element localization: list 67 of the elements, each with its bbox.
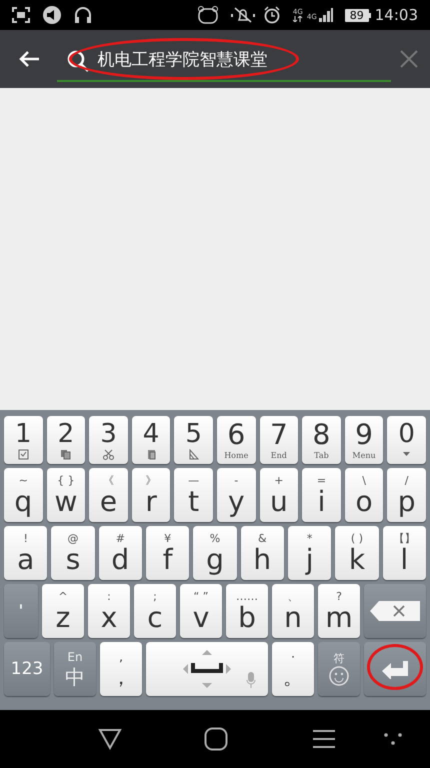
key[interactable]: % g — [193, 526, 237, 580]
key[interactable]: ? m — [318, 584, 360, 638]
menu-icon — [313, 729, 335, 749]
hint-checkbox-icon — [18, 448, 29, 460]
triangle-icon — [98, 728, 122, 750]
key[interactable]: : x — [88, 584, 130, 638]
key[interactable]: - y — [216, 468, 256, 522]
key[interactable]: 6 Home — [216, 416, 256, 464]
volume-icon — [42, 5, 62, 25]
punctuation-key[interactable]: , ， — [100, 642, 142, 696]
key[interactable]: ! a — [4, 526, 48, 580]
back-arrow-icon — [18, 50, 40, 68]
key[interactable]: 、 n — [272, 584, 314, 638]
key[interactable]: { } w — [46, 468, 86, 522]
silent-bell-icon — [230, 6, 255, 24]
backspace-icon — [369, 600, 421, 622]
screenshot-icon — [12, 7, 30, 23]
enter-key[interactable] — [364, 642, 426, 696]
key[interactable]: 5 — [174, 416, 213, 464]
key[interactable]: 》 r — [132, 468, 170, 522]
alarm-icon — [262, 6, 281, 24]
clock: 14:03 — [374, 4, 418, 26]
key[interactable]: …… b — [226, 584, 268, 638]
key[interactable]: 《 e — [89, 468, 128, 522]
headphones-icon — [74, 6, 92, 24]
key[interactable]: ¥ f — [146, 526, 190, 580]
hint-paste-icon — [146, 448, 157, 460]
key[interactable]: & h — [240, 526, 284, 580]
dots-icon — [384, 733, 402, 745]
space-key[interactable] — [146, 642, 268, 696]
key[interactable]: — t — [174, 468, 213, 522]
enter-icon — [381, 659, 409, 679]
key[interactable]: 4 — [132, 416, 170, 464]
key[interactable]: ^ z — [42, 584, 84, 638]
rounded-square-icon — [204, 727, 228, 751]
key[interactable]: 7 End — [260, 416, 298, 464]
smiley-icon — [329, 666, 349, 686]
key[interactable]: 0 — [387, 416, 426, 464]
key[interactable]: 3 — [89, 416, 128, 464]
data-arrows-icon — [292, 16, 303, 22]
key[interactable]: 【】 l — [382, 526, 426, 580]
key[interactable]: # d — [98, 526, 142, 580]
hint-scissors-icon — [102, 448, 114, 460]
battery-level: 89 — [344, 8, 369, 22]
key[interactable]: 2 — [46, 416, 86, 464]
key[interactable]: / p — [387, 468, 426, 522]
key[interactable]: * j — [288, 526, 332, 580]
key[interactable]: + u — [260, 468, 298, 522]
key[interactable]: “ ” v — [180, 584, 222, 638]
key[interactable]: 9 Menu — [344, 416, 384, 464]
hint-copy-icon — [60, 448, 72, 460]
key[interactable]: = i — [302, 468, 341, 522]
signal-icon — [318, 8, 333, 22]
punctuation-key[interactable]: · 。 — [272, 642, 314, 696]
key[interactable]: 8 Tab — [302, 416, 341, 464]
microphone-icon — [246, 672, 256, 688]
key[interactable]: ( ) k — [335, 526, 379, 580]
key[interactable]: @ s — [51, 526, 95, 580]
key[interactable]: ; c — [134, 584, 176, 638]
search-icon — [67, 50, 90, 72]
key[interactable]: \ o — [344, 468, 384, 522]
key[interactable]: 1 — [4, 416, 43, 464]
key[interactable]: ~ q — [4, 468, 43, 522]
hint-angle-icon — [188, 448, 200, 460]
backspace-key[interactable] — [364, 584, 426, 638]
bear-icon — [196, 5, 219, 25]
close-icon — [400, 50, 418, 68]
